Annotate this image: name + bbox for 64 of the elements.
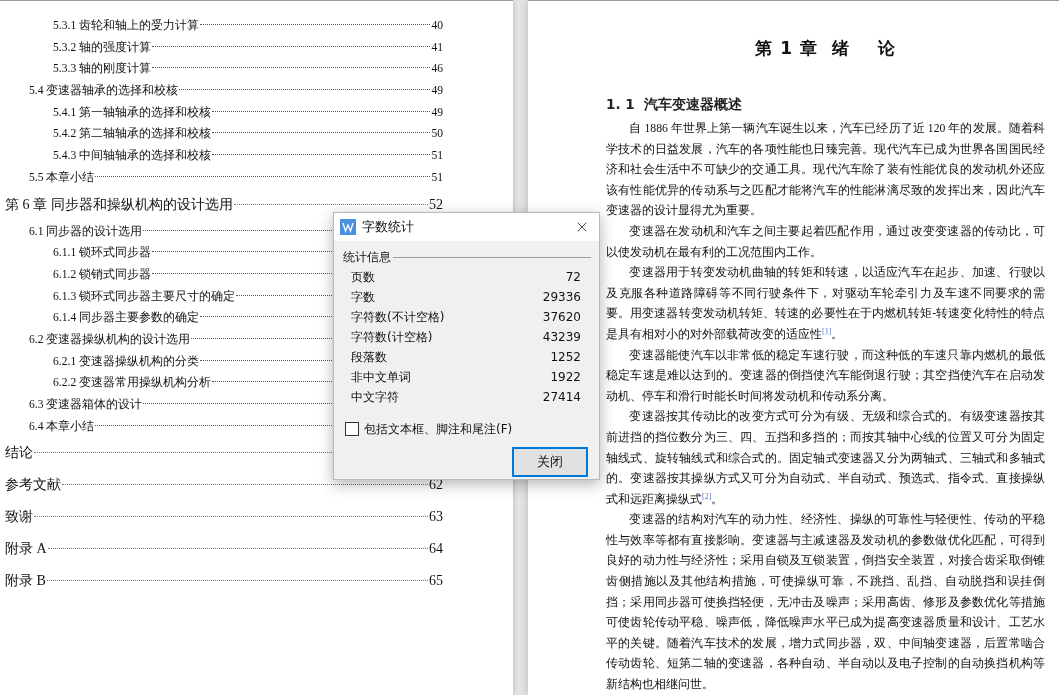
toc-entry-title[interactable]: 6.3 变速器箱体的设计 — [29, 394, 143, 416]
stat-value: 1252 — [550, 349, 581, 366]
body-paragraph: 变速器能使汽车以非常低的稳定车速行驶，而这种低的车速只靠内燃机的最低稳定车速是难以达到的。变速器的倒挡使汽车能倒退行驶；其空挡使汽车在启动发动机、停车和滑行时能长时间将发动机和传动系分离。 — [606, 347, 1045, 405]
toc-entry-title[interactable]: 参考文献 — [5, 469, 61, 502]
toc-page-number: 41 — [431, 39, 443, 56]
body-paragraph: 自 1886 年世界上第一辆汽车诞生以来，汽车已经历了近 120 年的发展。随着科学技术的日益发展，汽车的各项性能也日臻完善。现代汽车已成为世界各国国民经济和社会生活中不可缺少的交通工具。现代汽车除了装有性能优良的发动机外还应该有性能优异的传动系与之匹配才能将汽车的性能淋漓尽致的发挥出来，因此汽车变速器的设计显得尤为重要。 — [606, 121, 1045, 220]
toc-entry-title[interactable]: 第 6 章 同步器和操纵机构的设计选用 — [5, 188, 233, 221]
stat-value: 72 — [565, 269, 581, 286]
checkbox-label: 包括文本框、脚注和尾注(F) — [364, 420, 513, 438]
toc-page-number: 63 — [429, 508, 443, 527]
dialog-title: 字数统计 — [362, 218, 415, 236]
toc-entry-title[interactable]: 5.4.2 第二轴轴承的选择和校核 — [53, 123, 212, 146]
toc-page-number: 49 — [431, 83, 443, 100]
toc-entry-title[interactable]: 结论 — [5, 437, 33, 470]
toc-entry-title[interactable]: 致谢 — [5, 501, 33, 534]
toc-entry-title[interactable]: 5.4.1 第一轴轴承的选择和校核 — [53, 101, 212, 124]
stat-value: 1922 — [550, 369, 581, 386]
toc-entry-title[interactable]: 5.3.1 齿轮和轴上的受力计算 — [53, 15, 200, 37]
toc-entry-title[interactable]: 5.4.3 中间轴轴承的选择和校核 — [53, 145, 212, 167]
toc-entry-title[interactable]: 6.4 本章小结 — [29, 415, 95, 438]
group-label: 统计信息 — [343, 248, 391, 266]
checkbox[interactable] — [345, 422, 359, 436]
toc-entry-title[interactable]: 5.4 变速器轴承的选择和校核 — [29, 80, 179, 102]
body-paragraph: 变速器的结构对汽车的动力性、经济性、操纵的可靠性与轻便性、传动的平稳性与效率等都有直接影响。变速器与主减速器及发动机的参数做优化匹配，可得到良好的动力性与经济性；采用自锁及互锁装置，倒挡安全装置，对接合齿采取倒锥齿侧措施以及其他结构措施，可使操纵可靠，不跳挡、乱挡、自动脱挡和误挂倒挡；采用同步器可使换挡轻便，无冲击及噪声；采用高齿、修形及参数优化等措施可使齿轮传动平稳、噪声低，降低噪声水平已成为提高变速器质量和设计、工艺水平的关键。随着汽车技术的发展，增力式同步器，双、中间轴变速器，后置常啮合传动齿轮、短第二轴的变速器，各种自动、半自动以及电子控制的自动换挡机构等新结构也相继问世。 — [606, 512, 1045, 694]
toc-entry-title[interactable]: 5.5 本章小结 — [29, 166, 95, 189]
toc-entry-title[interactable]: 5.3.2 轴的强度计算 — [53, 36, 152, 59]
toc-entry-title[interactable]: 6.1.2 锁销式同步器 — [53, 263, 152, 286]
toc-page-number: 65 — [429, 572, 443, 591]
toc-entry-title[interactable]: 附录 B — [5, 565, 46, 598]
toc-page-number: 49 — [431, 104, 443, 121]
toc-entry-title[interactable]: 6.2 变速器操纵机构的设计选用 — [29, 328, 191, 351]
stat-label: 字数 — [351, 289, 375, 306]
toc-page-number: 46 — [431, 61, 443, 78]
chapter-heading: 第 1 章 绪 论 — [754, 37, 897, 60]
toc-entry-title[interactable]: 6.2.2 变速器常用操纵机构分析 — [53, 372, 212, 394]
body-paragraph: 变速器按其传动比的改变方式可分为有级、无级和综合式的。有级变速器按其前进挡的挡位数分为三、四、五挡和多挡的；而按其轴中心线的位置又可分为固定轴线式、旋转轴线式和综合式的。固定轴式变速器又分为两轴式、三轴式和多轴式的。变速器按其操纵方式又可分为自动式、半自动式、预选式、指令式、直接操纵式和远距离操纵式$^{[2]}$。 — [606, 409, 1045, 508]
stat-value: 43239 — [542, 329, 581, 346]
toc-page-number: 40 — [431, 18, 443, 34]
toc-entry-title[interactable]: 6.2.1 变速器操纵机构的分类 — [53, 350, 200, 373]
app-logo-icon — [340, 219, 356, 235]
toc-page-number: 64 — [429, 540, 443, 559]
body-paragraph: 变速器在发动机和汽车之间主要起着匹配作用，通过改变变速器的传动比，可以使发动机在最有利的工况范围内工作。 — [606, 223, 1045, 261]
toc-entry-title[interactable]: 5.3.3 轴的刚度计算 — [53, 58, 152, 81]
toc-entry-title[interactable]: 6.1.3 锁环式同步器主要尺寸的确定 — [53, 285, 236, 308]
toc-entry-title[interactable]: 6.1.1 锁环式同步器 — [53, 242, 152, 264]
toc-entry-title[interactable]: 6.1 同步器的设计选用 — [29, 220, 143, 243]
stat-label: 中文字符 — [351, 389, 399, 406]
body-paragraph: 变速器用于转变发动机曲轴的转矩和转速，以适应汽车在起步、加速、行驶以及克服各种道路障碍等不同行驶条件下，对驱动车轮牵引力及车速不同要求的需要。用变速器转变发动机转矩、转速的必要性在于内燃机转矩-转速变化特性的特点是具有相对小的对外部载荷改变的适应性$^{[1]}$。 — [606, 265, 1045, 343]
toc-page-number: 50 — [431, 126, 443, 143]
toc-entry-title[interactable]: 附录 A — [5, 533, 47, 566]
stat-label: 页数 — [351, 269, 375, 286]
stat-label: 段落数 — [351, 349, 387, 366]
toc-page-number: 51 — [431, 148, 443, 165]
close-dialog-button[interactable]: 关闭 — [512, 447, 588, 477]
stat-label: 字符数(计空格) — [351, 329, 433, 346]
toc-page-number: 52 — [429, 195, 443, 214]
toc-page-number: 51 — [431, 169, 443, 186]
stat-value: 37620 — [542, 309, 581, 326]
stat-label: 非中文单词 — [351, 369, 411, 386]
stat-value: 29336 — [542, 289, 581, 306]
stat-value: 27414 — [542, 389, 581, 406]
section-heading: 1. 1 汽车变速器概述 — [606, 95, 743, 114]
toc-entry-title[interactable]: 6.1.4 同步器主要参数的确定 — [53, 307, 200, 329]
stat-label: 字符数(不计空格) — [351, 309, 445, 326]
